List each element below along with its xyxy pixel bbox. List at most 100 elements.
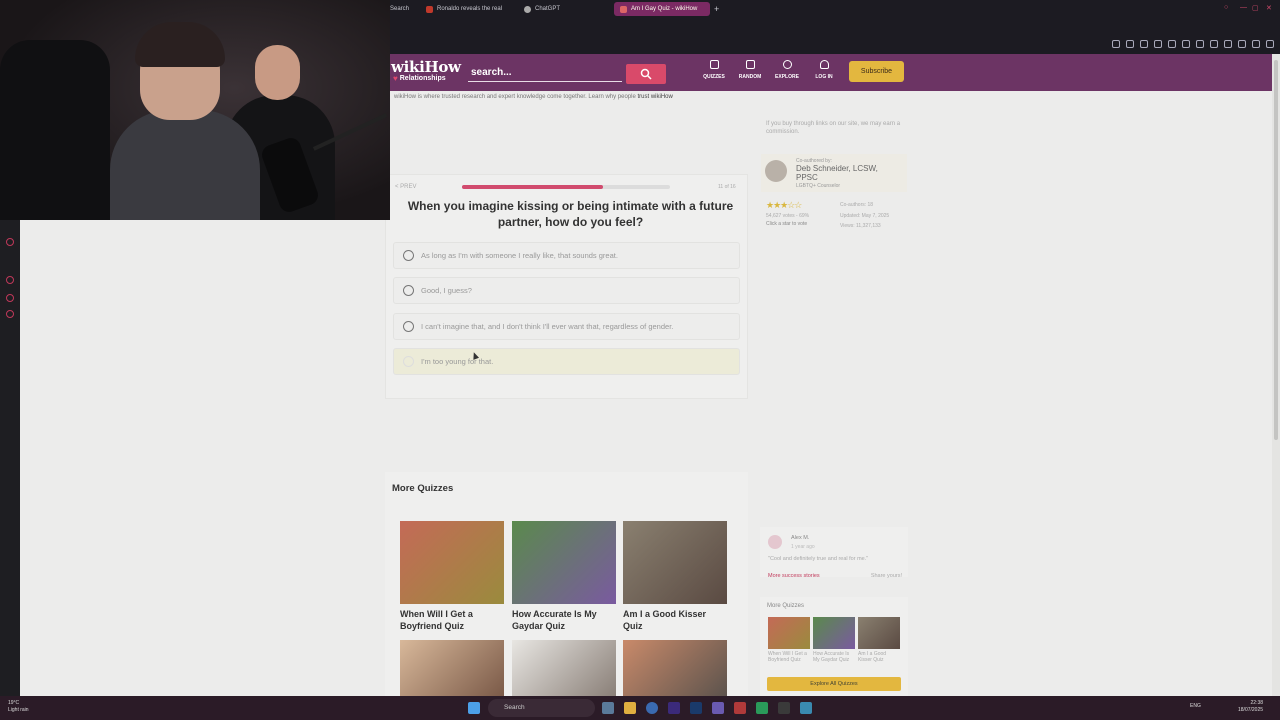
taskbar-search[interactable]: Search xyxy=(488,699,595,717)
sidebar-icon[interactable] xyxy=(6,238,14,246)
chatgpt-icon xyxy=(524,5,531,13)
folder-icon[interactable] xyxy=(624,702,636,714)
time: 22:38 xyxy=(1250,700,1264,706)
radio-icon[interactable] xyxy=(403,356,414,367)
new-tab-button[interactable]: + xyxy=(708,2,725,16)
toolbar-icon[interactable] xyxy=(1154,40,1162,48)
answer-option[interactable]: Good, I guess? xyxy=(393,277,740,304)
quiz-thumbnail[interactable] xyxy=(400,521,504,604)
app-icon[interactable] xyxy=(800,702,812,714)
toolbar-icon[interactable] xyxy=(1196,40,1204,48)
radio-icon[interactable] xyxy=(403,285,414,296)
toolbar-icon[interactable] xyxy=(1210,40,1218,48)
explore-all-quizzes-button[interactable]: Explore All Quizzes xyxy=(767,677,901,691)
quiz-thumbnail[interactable] xyxy=(512,521,616,604)
close-icon[interactable]: ✕ xyxy=(1266,4,1272,12)
tab-chatgpt[interactable]: ChatGPT xyxy=(518,2,566,16)
toolbar-icon[interactable] xyxy=(1168,40,1176,48)
coauthor-card[interactable]: Co-authored by: Deb Schneider, LCSW, PPS… xyxy=(761,154,907,192)
quiz-thumbnail[interactable] xyxy=(623,640,727,696)
nav-explore[interactable]: EXPLORE xyxy=(769,60,805,88)
sidebar-icon[interactable] xyxy=(6,310,14,318)
rating-cta[interactable]: Click a star to vote xyxy=(766,221,807,227)
quiz-caption[interactable]: Am I a Good Kisser Quiz xyxy=(858,651,900,663)
prev-button[interactable]: < PREV xyxy=(395,184,417,190)
wikihow-icon xyxy=(620,5,627,13)
page-scrollbar[interactable] xyxy=(1272,54,1280,696)
trust-link[interactable]: trust wikiHow xyxy=(637,94,672,100)
tab-label: Am I Gay Quiz - wikiHow xyxy=(631,6,698,12)
person-body xyxy=(110,110,260,220)
answer-option[interactable]: As long as I'm with someone I really lik… xyxy=(393,242,740,269)
avatar xyxy=(765,160,787,182)
toolbar-icon[interactable] xyxy=(1238,40,1246,48)
nav-label: EXPLORE xyxy=(775,74,799,80)
scrollbar-thumb[interactable] xyxy=(1274,60,1278,440)
sidebar-icon[interactable] xyxy=(6,276,14,284)
taskbar: 19°C Light rain Search ENG 22:38 18/07/202… xyxy=(0,696,1280,720)
nav-quizzes[interactable]: QUIZZES xyxy=(696,60,732,88)
search-icon xyxy=(640,68,652,80)
coauthor-name[interactable]: Deb Schneider, LCSW, PPSC xyxy=(796,164,901,182)
toolbar-icon[interactable] xyxy=(1182,40,1190,48)
success-story-card: Alex M. 1 year ago "Cool and definitely … xyxy=(760,527,908,579)
tab-ronaldo[interactable]: Ronaldo reveals the real xyxy=(420,2,508,16)
quiz-thumbnail[interactable] xyxy=(813,617,855,649)
premiere-icon[interactable] xyxy=(668,702,680,714)
terminal-icon[interactable] xyxy=(778,702,790,714)
search-button[interactable] xyxy=(626,64,666,84)
rating-stars[interactable]: ★★★☆☆ xyxy=(766,200,802,211)
gaming-chair xyxy=(0,40,110,220)
sidebar-icon[interactable] xyxy=(6,294,14,302)
quiz-caption[interactable]: When Will I Get a Boyfriend Quiz xyxy=(400,608,504,632)
answer-option-hovered[interactable]: I'm too young for that. xyxy=(393,348,740,375)
quiz-thumbnail[interactable] xyxy=(623,521,727,604)
subscribe-button[interactable]: Subscribe xyxy=(849,61,904,82)
app-icon[interactable] xyxy=(646,702,658,714)
toolbar-icon[interactable] xyxy=(1140,40,1148,48)
language-indicator[interactable]: ENG xyxy=(1190,703,1201,709)
clock[interactable]: 22:38 18/07/2025 xyxy=(1238,700,1263,714)
option-label: I can't imagine that, and I don't think … xyxy=(421,322,674,331)
toolbar-icon[interactable] xyxy=(1112,40,1120,48)
quiz-thumbnail[interactable] xyxy=(512,640,616,696)
quiz-caption[interactable]: When Will I Get a Boyfriend Quiz xyxy=(768,651,810,663)
radio-icon[interactable] xyxy=(403,321,414,332)
article-stats: ★★★☆☆ 54,627 votes - 69% Click a star to… xyxy=(766,200,906,236)
updated-date: Updated: May 7, 2025 xyxy=(840,213,890,219)
app-icon[interactable] xyxy=(756,702,768,714)
tab-active-quiz[interactable]: Am I Gay Quiz - wikiHow xyxy=(614,2,710,16)
toolbar-icon[interactable] xyxy=(1126,40,1134,48)
browser-icon[interactable] xyxy=(734,702,746,714)
search-input[interactable]: search... xyxy=(468,64,622,82)
quiz-caption[interactable]: Am I a Good Kisser Quiz xyxy=(623,608,727,632)
share-yours-link[interactable]: Share yours! xyxy=(871,573,902,579)
maximize-icon[interactable]: ▢ xyxy=(1252,4,1259,12)
quiz-thumbnail[interactable] xyxy=(768,617,810,649)
start-icon[interactable] xyxy=(468,702,480,714)
radio-icon[interactable] xyxy=(403,250,414,261)
photoshop-icon[interactable] xyxy=(690,702,702,714)
quiz-caption[interactable]: How Accurate Is My Gaydar Quiz xyxy=(512,608,616,632)
more-stories-link[interactable]: More success stories xyxy=(768,573,820,579)
quiz-caption[interactable]: How Accurate Is My Gaydar Quiz xyxy=(813,651,855,663)
nav-login[interactable]: LOG IN xyxy=(806,60,842,88)
minimize-icon[interactable]: — xyxy=(1240,4,1247,11)
rating-count: 54,627 votes - 69% xyxy=(766,213,810,219)
toolbar-icon[interactable] xyxy=(1224,40,1232,48)
nav-random[interactable]: RANDOM xyxy=(732,60,768,88)
weather-widget[interactable]: 19°C Light rain xyxy=(8,700,29,714)
system-tray[interactable]: ENG xyxy=(1190,703,1201,709)
answer-option[interactable]: I can't imagine that, and I don't think … xyxy=(393,313,740,340)
quiz-thumbnail[interactable] xyxy=(858,617,900,649)
teams-icon[interactable] xyxy=(712,702,724,714)
user-icon xyxy=(819,60,829,69)
search-icon[interactable]: ○ xyxy=(1224,4,1228,11)
steam-icon[interactable] xyxy=(602,702,614,714)
quiz-thumbnail[interactable] xyxy=(400,640,504,696)
toolbar-icon[interactable] xyxy=(1266,40,1274,48)
review-time: 1 year ago xyxy=(791,544,815,550)
toolbar-icon[interactable] xyxy=(1252,40,1260,48)
tab-label: Ronaldo reveals the real xyxy=(437,6,503,12)
category-label[interactable]: ♥ Relationships xyxy=(393,74,446,83)
